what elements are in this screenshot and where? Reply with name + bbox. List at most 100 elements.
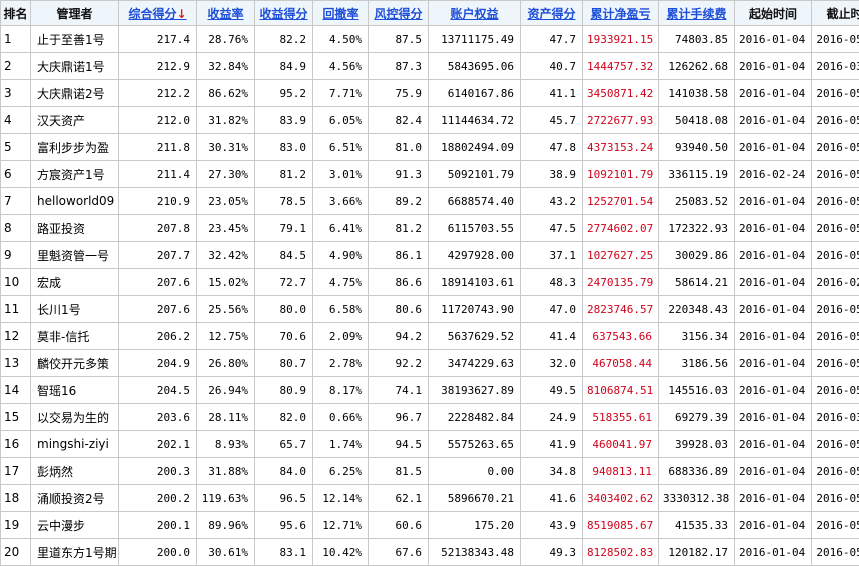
cell-asset-score: 48.3 xyxy=(521,269,583,296)
cell-cum-fee: 172322.93 xyxy=(659,215,735,242)
cell-cum-fee: 25083.52 xyxy=(659,188,735,215)
cell-cum-pnl: 1252701.54 xyxy=(583,188,659,215)
cell-equity: 38193627.89 xyxy=(429,377,521,404)
cell-equity: 175.20 xyxy=(429,512,521,539)
table-row: 13麟佼开元多策204.926.80%80.72.78%92.23474229.… xyxy=(1,350,859,377)
cell-start-date: 2016-01-04 xyxy=(735,242,812,269)
cell-equity: 5092101.79 xyxy=(429,161,521,188)
cell-return-rate: 31.88% xyxy=(197,458,255,485)
cell-end-date: 2016-05-12 xyxy=(812,377,859,404)
table-row: 17彭炳然200.331.88%84.06.25%81.50.0034.8940… xyxy=(1,458,859,485)
header-drawdown[interactable]: 回撤率 xyxy=(313,1,369,26)
cell-rank: 1 xyxy=(1,26,31,53)
cell-total-score: 203.6 xyxy=(119,404,197,431)
cell-manager: 云中漫步 xyxy=(31,512,119,539)
cell-start-date: 2016-01-04 xyxy=(735,107,812,134)
cell-return-score: 81.2 xyxy=(255,161,313,188)
cell-drawdown: 6.58% xyxy=(313,296,369,323)
table-row: 6方宸资产1号211.427.30%81.23.01%91.35092101.7… xyxy=(1,161,859,188)
cell-end-date: 2016-05-12 xyxy=(812,215,859,242)
header-equity[interactable]: 账户权益 xyxy=(429,1,521,26)
cell-asset-score: 41.4 xyxy=(521,323,583,350)
header-label: 收益得分 xyxy=(259,7,307,21)
table-row: 8路亚投资207.823.45%79.16.41%81.26115703.554… xyxy=(1,215,859,242)
header-label: 风控得分 xyxy=(374,7,422,21)
cell-manager: 方宸资产1号 xyxy=(31,161,119,188)
cell-cum-fee: 3186.56 xyxy=(659,350,735,377)
cell-equity: 3474229.63 xyxy=(429,350,521,377)
cell-start-date: 2016-01-04 xyxy=(735,26,812,53)
cell-asset-score: 49.5 xyxy=(521,377,583,404)
cell-return-rate: 32.42% xyxy=(197,242,255,269)
cell-return-rate: 86.62% xyxy=(197,80,255,107)
header-cum-fee[interactable]: 累计手续费 xyxy=(659,1,735,26)
header-return-rate[interactable]: 收益率 xyxy=(197,1,255,26)
cell-return-rate: 31.82% xyxy=(197,107,255,134)
cell-manager: 以交易为生的 xyxy=(31,404,119,431)
cell-return-rate: 89.96% xyxy=(197,512,255,539)
cell-cum-fee: 336115.19 xyxy=(659,161,735,188)
cell-rank: 18 xyxy=(1,485,31,512)
cell-return-score: 78.5 xyxy=(255,188,313,215)
cell-manager: 路亚投资 xyxy=(31,215,119,242)
cell-cum-pnl: 467058.44 xyxy=(583,350,659,377)
header-asset-score[interactable]: 资产得分 xyxy=(521,1,583,26)
cell-start-date: 2016-01-04 xyxy=(735,323,812,350)
cell-return-score: 82.2 xyxy=(255,26,313,53)
cell-asset-score: 47.7 xyxy=(521,26,583,53)
cell-end-date: 2016-03-09 xyxy=(812,404,859,431)
cell-asset-score: 38.9 xyxy=(521,161,583,188)
table-row: 10宏成207.615.02%72.74.75%86.618914103.614… xyxy=(1,269,859,296)
cell-risk-score: 87.3 xyxy=(369,53,429,80)
table-row: 19云中漫步200.189.96%95.612.71%60.6175.2043.… xyxy=(1,512,859,539)
cell-risk-score: 74.1 xyxy=(369,377,429,404)
cell-start-date: 2016-01-04 xyxy=(735,53,812,80)
cell-start-date: 2016-01-04 xyxy=(735,188,812,215)
cell-equity: 6140167.86 xyxy=(429,80,521,107)
cell-asset-score: 41.6 xyxy=(521,485,583,512)
cell-cum-fee: 141038.58 xyxy=(659,80,735,107)
cell-return-score: 80.7 xyxy=(255,350,313,377)
header-label: 截止时间 xyxy=(826,7,859,21)
cell-manager: 大庆鼎诺1号 xyxy=(31,53,119,80)
cell-drawdown: 3.66% xyxy=(313,188,369,215)
cell-return-rate: 25.56% xyxy=(197,296,255,323)
cell-manager: 彭炳然 xyxy=(31,458,119,485)
cell-return-score: 83.1 xyxy=(255,539,313,566)
cell-start-date: 2016-01-04 xyxy=(735,350,812,377)
cell-return-rate: 26.80% xyxy=(197,350,255,377)
cell-risk-score: 81.2 xyxy=(369,215,429,242)
cell-cum-fee: 120182.17 xyxy=(659,539,735,566)
cell-return-score: 79.1 xyxy=(255,215,313,242)
cell-manager: 里魁资管一号 xyxy=(31,242,119,269)
cell-drawdown: 12.71% xyxy=(313,512,369,539)
header-return-score[interactable]: 收益得分 xyxy=(255,1,313,26)
cell-risk-score: 67.6 xyxy=(369,539,429,566)
cell-cum-fee: 3156.34 xyxy=(659,323,735,350)
cell-return-score: 96.5 xyxy=(255,485,313,512)
table-row: 9里魁资管一号207.732.42%84.54.90%86.14297928.0… xyxy=(1,242,859,269)
cell-total-score: 207.8 xyxy=(119,215,197,242)
cell-cum-fee: 41535.33 xyxy=(659,512,735,539)
cell-asset-score: 41.1 xyxy=(521,80,583,107)
cell-start-date: 2016-01-04 xyxy=(735,485,812,512)
table-row: 16mingshi-ziyi202.18.93%65.71.74%94.5557… xyxy=(1,431,859,458)
table-row: 3大庆鼎诺2号212.286.62%95.27.71%75.96140167.8… xyxy=(1,80,859,107)
cell-return-rate: 23.05% xyxy=(197,188,255,215)
cell-cum-pnl: 2823746.57 xyxy=(583,296,659,323)
header-total-score[interactable]: 综合得分↓ xyxy=(119,1,197,26)
cell-equity: 18802494.09 xyxy=(429,134,521,161)
cell-risk-score: 87.5 xyxy=(369,26,429,53)
header-label: 累计净盈亏 xyxy=(590,7,650,21)
cell-equity: 0.00 xyxy=(429,458,521,485)
cell-drawdown: 8.17% xyxy=(313,377,369,404)
header-risk-score[interactable]: 风控得分 xyxy=(369,1,429,26)
cell-return-rate: 32.84% xyxy=(197,53,255,80)
cell-rank: 4 xyxy=(1,107,31,134)
header-cum-pnl[interactable]: 累计净盈亏 xyxy=(583,1,659,26)
cell-asset-score: 43.9 xyxy=(521,512,583,539)
cell-risk-score: 86.1 xyxy=(369,242,429,269)
cell-cum-pnl: 518355.61 xyxy=(583,404,659,431)
cell-drawdown: 1.74% xyxy=(313,431,369,458)
cell-end-date: 2016-05-12 xyxy=(812,134,859,161)
